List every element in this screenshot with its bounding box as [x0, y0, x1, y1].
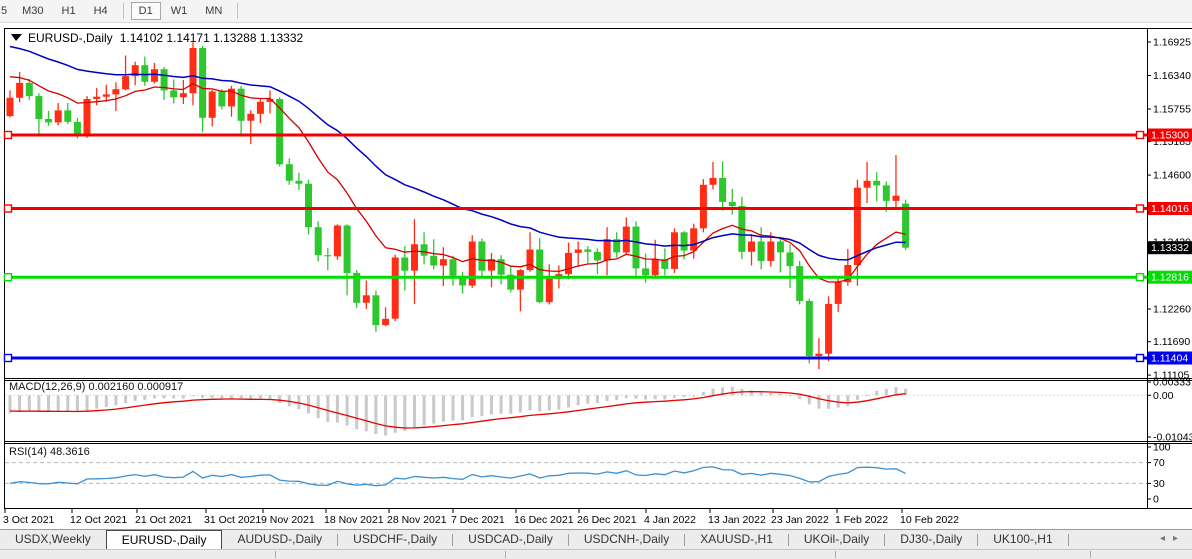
price-axis-label: 1.16340 [1153, 70, 1191, 82]
chart-tab-eurusd-daily[interactable]: EURUSD-,Daily [106, 530, 223, 550]
chart-ohlc-values: 1.14102 1.14171 1.13288 1.13332 [120, 31, 304, 45]
date-axis-label: 26 Dec 2021 [577, 514, 637, 526]
timeframe-button-mn[interactable]: MN [197, 2, 230, 20]
timeframe-button-d1[interactable]: D1 [131, 2, 161, 20]
level-line-handle[interactable] [1137, 274, 1144, 281]
level-line-handle[interactable] [1137, 132, 1144, 139]
price-tag-1.11404: 1.11404 [1148, 352, 1192, 365]
rsi-label: RSI(14) 48.3616 [9, 446, 90, 458]
chart-tab-uk100-h1[interactable]: UK100-,H1 [978, 530, 1067, 550]
price-tag-1.15300: 1.15300 [1148, 129, 1192, 142]
price-axis-label: 1.11690 [1153, 336, 1190, 348]
status-divider [835, 551, 836, 558]
chart-tab-dj30-daily[interactable]: DJ30-,Daily [885, 530, 977, 550]
chart-tab-ukoil-daily[interactable]: UKOil-,Daily [789, 530, 884, 550]
toolbar-separator [237, 3, 238, 19]
date-axis-label: 10 Feb 2022 [900, 514, 959, 526]
date-axis-label: 28 Nov 2021 [387, 514, 447, 526]
price-axis-label: 1.15755 [1153, 104, 1191, 116]
date-axis-label: 12 Oct 2021 [70, 514, 127, 526]
chart-tab-bar: USDX,WeeklyEURUSD-,DailyAUDUSD-,DailyUSD… [0, 529, 1192, 550]
date-axis-label: 31 Oct 2021 [204, 514, 261, 526]
rsi-axis-label: 30 [1153, 478, 1165, 490]
status-divider [275, 551, 276, 558]
mt4-window: 1.169251.163401.157551.151851.146001.134… [0, 0, 1192, 558]
date-axis-label: 16 Dec 2021 [514, 514, 574, 526]
date-axis-label: 3 Oct 2021 [3, 514, 55, 526]
svg-text:1.11404: 1.11404 [1151, 353, 1188, 365]
symbol-dropdown-arrow-icon[interactable] [10, 33, 23, 43]
date-axis-label: 9 Nov 2021 [261, 514, 315, 526]
rsi-axis-label: 0 [1153, 494, 1159, 506]
timeframe-button-5[interactable]: 5 [0, 2, 12, 20]
rsi-axis-label: 70 [1153, 457, 1165, 469]
date-axis-label: 7 Dec 2021 [451, 514, 505, 526]
chart-tab-usdcnh-daily[interactable]: USDCNH-,Daily [569, 530, 684, 550]
date-axis-label: 23 Jan 2022 [771, 514, 829, 526]
svg-text:1.15300: 1.15300 [1151, 130, 1189, 142]
chart-tab-audusd-daily[interactable]: AUDUSD-,Daily [222, 530, 337, 550]
chart-tab-usdx-weekly[interactable]: USDX,Weekly [0, 530, 106, 550]
toolbar-separator [123, 3, 124, 19]
date-axis-label: 4 Jan 2022 [644, 514, 696, 526]
level-line-handle[interactable] [1137, 205, 1144, 212]
price-tag-1.12816: 1.12816 [1148, 271, 1192, 284]
svg-text:1.14016: 1.14016 [1151, 203, 1189, 215]
chart-tab-usdcad-daily[interactable]: USDCAD-,Daily [453, 530, 568, 550]
price-axis-label: 1.12260 [1153, 304, 1191, 316]
level-line-handle[interactable] [5, 274, 12, 281]
chart-title: EURUSD-,Daily 1.14102 1.14171 1.13288 1.… [10, 31, 303, 45]
chart-canvas[interactable]: 1.169251.163401.157551.151851.146001.134… [0, 0, 1192, 558]
status-divider [505, 551, 506, 558]
date-axis-label: 13 Jan 2022 [708, 514, 766, 526]
price-axis-label: 1.14600 [1153, 170, 1191, 182]
price-tag-1.13332: 1.13332 [1148, 241, 1192, 254]
level-line-handle[interactable] [5, 355, 12, 362]
level-line-handle[interactable] [1137, 355, 1144, 362]
macd-label: MACD(12,26,9) 0.002160 0.000917 [9, 381, 183, 393]
chart-symbol-label: EURUSD-,Daily [28, 31, 113, 45]
timeframe-button-h4[interactable]: H4 [86, 2, 116, 20]
level-line-handle[interactable] [5, 205, 12, 212]
price-tag-1.14016: 1.14016 [1148, 202, 1192, 215]
macd-axis-label: 0.00 [1153, 390, 1174, 402]
date-axis-label: 1 Feb 2022 [835, 514, 888, 526]
level-line-handle[interactable] [5, 132, 12, 139]
chart-tab-xauusd-h1[interactable]: XAUUSD-,H1 [685, 530, 788, 550]
timeframe-toolbar: 5M30H1H4 D1W1MN [0, 0, 1192, 23]
rsi-axis-label: 100 [1153, 442, 1171, 454]
chart-tab-usdchf-daily[interactable]: USDCHF-,Daily [338, 530, 452, 550]
svg-text:1.13332: 1.13332 [1151, 242, 1189, 254]
price-axis-label: 1.16925 [1153, 37, 1191, 49]
tab-separator [1068, 534, 1069, 546]
date-axis-label: 18 Nov 2021 [324, 514, 384, 526]
date-axis-label: 21 Oct 2021 [135, 514, 192, 526]
status-divider [1090, 551, 1091, 558]
timeframe-button-h1[interactable]: H1 [54, 2, 84, 20]
svg-text:1.12816: 1.12816 [1151, 272, 1189, 284]
macd-axis-label: 0.003331 [1153, 377, 1192, 389]
tab-scroll-arrows[interactable]: ◂▸ [1160, 533, 1186, 544]
timeframe-button-m30[interactable]: M30 [14, 2, 51, 20]
timeframe-button-w1[interactable]: W1 [163, 2, 196, 20]
